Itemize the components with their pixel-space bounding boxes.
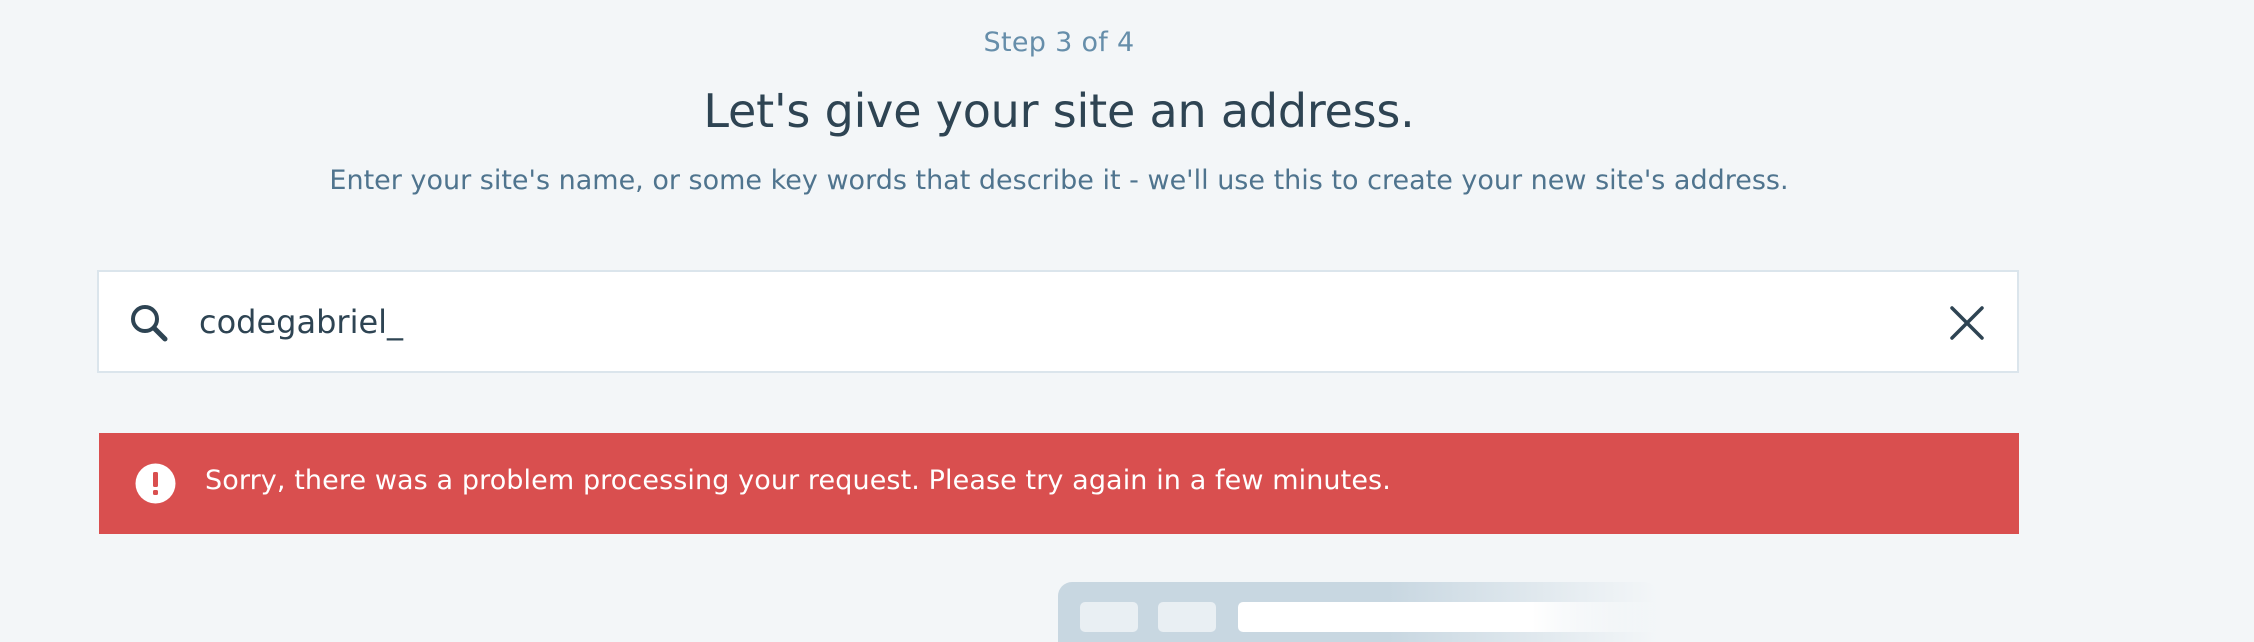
site-preview-illustration — [1058, 582, 1658, 642]
site-address-search — [97, 270, 2019, 373]
illustration-tab — [1158, 602, 1216, 632]
error-message: Sorry, there was a problem processing yo… — [205, 465, 1391, 496]
page-title: Let's give your site an address. — [703, 84, 1415, 138]
illustration-tab — [1080, 602, 1138, 632]
page-subtitle: Enter your site's name, or some key word… — [329, 165, 1789, 196]
search-input[interactable] — [199, 292, 1899, 352]
step-indicator: Step 3 of 4 — [983, 27, 1135, 58]
close-icon[interactable] — [1949, 305, 1985, 341]
search-icon[interactable] — [129, 303, 169, 343]
illustration-address-bar — [1238, 602, 1658, 632]
notice-alert-icon — [135, 463, 176, 504]
error-notice: Sorry, there was a problem processing yo… — [99, 433, 2019, 534]
